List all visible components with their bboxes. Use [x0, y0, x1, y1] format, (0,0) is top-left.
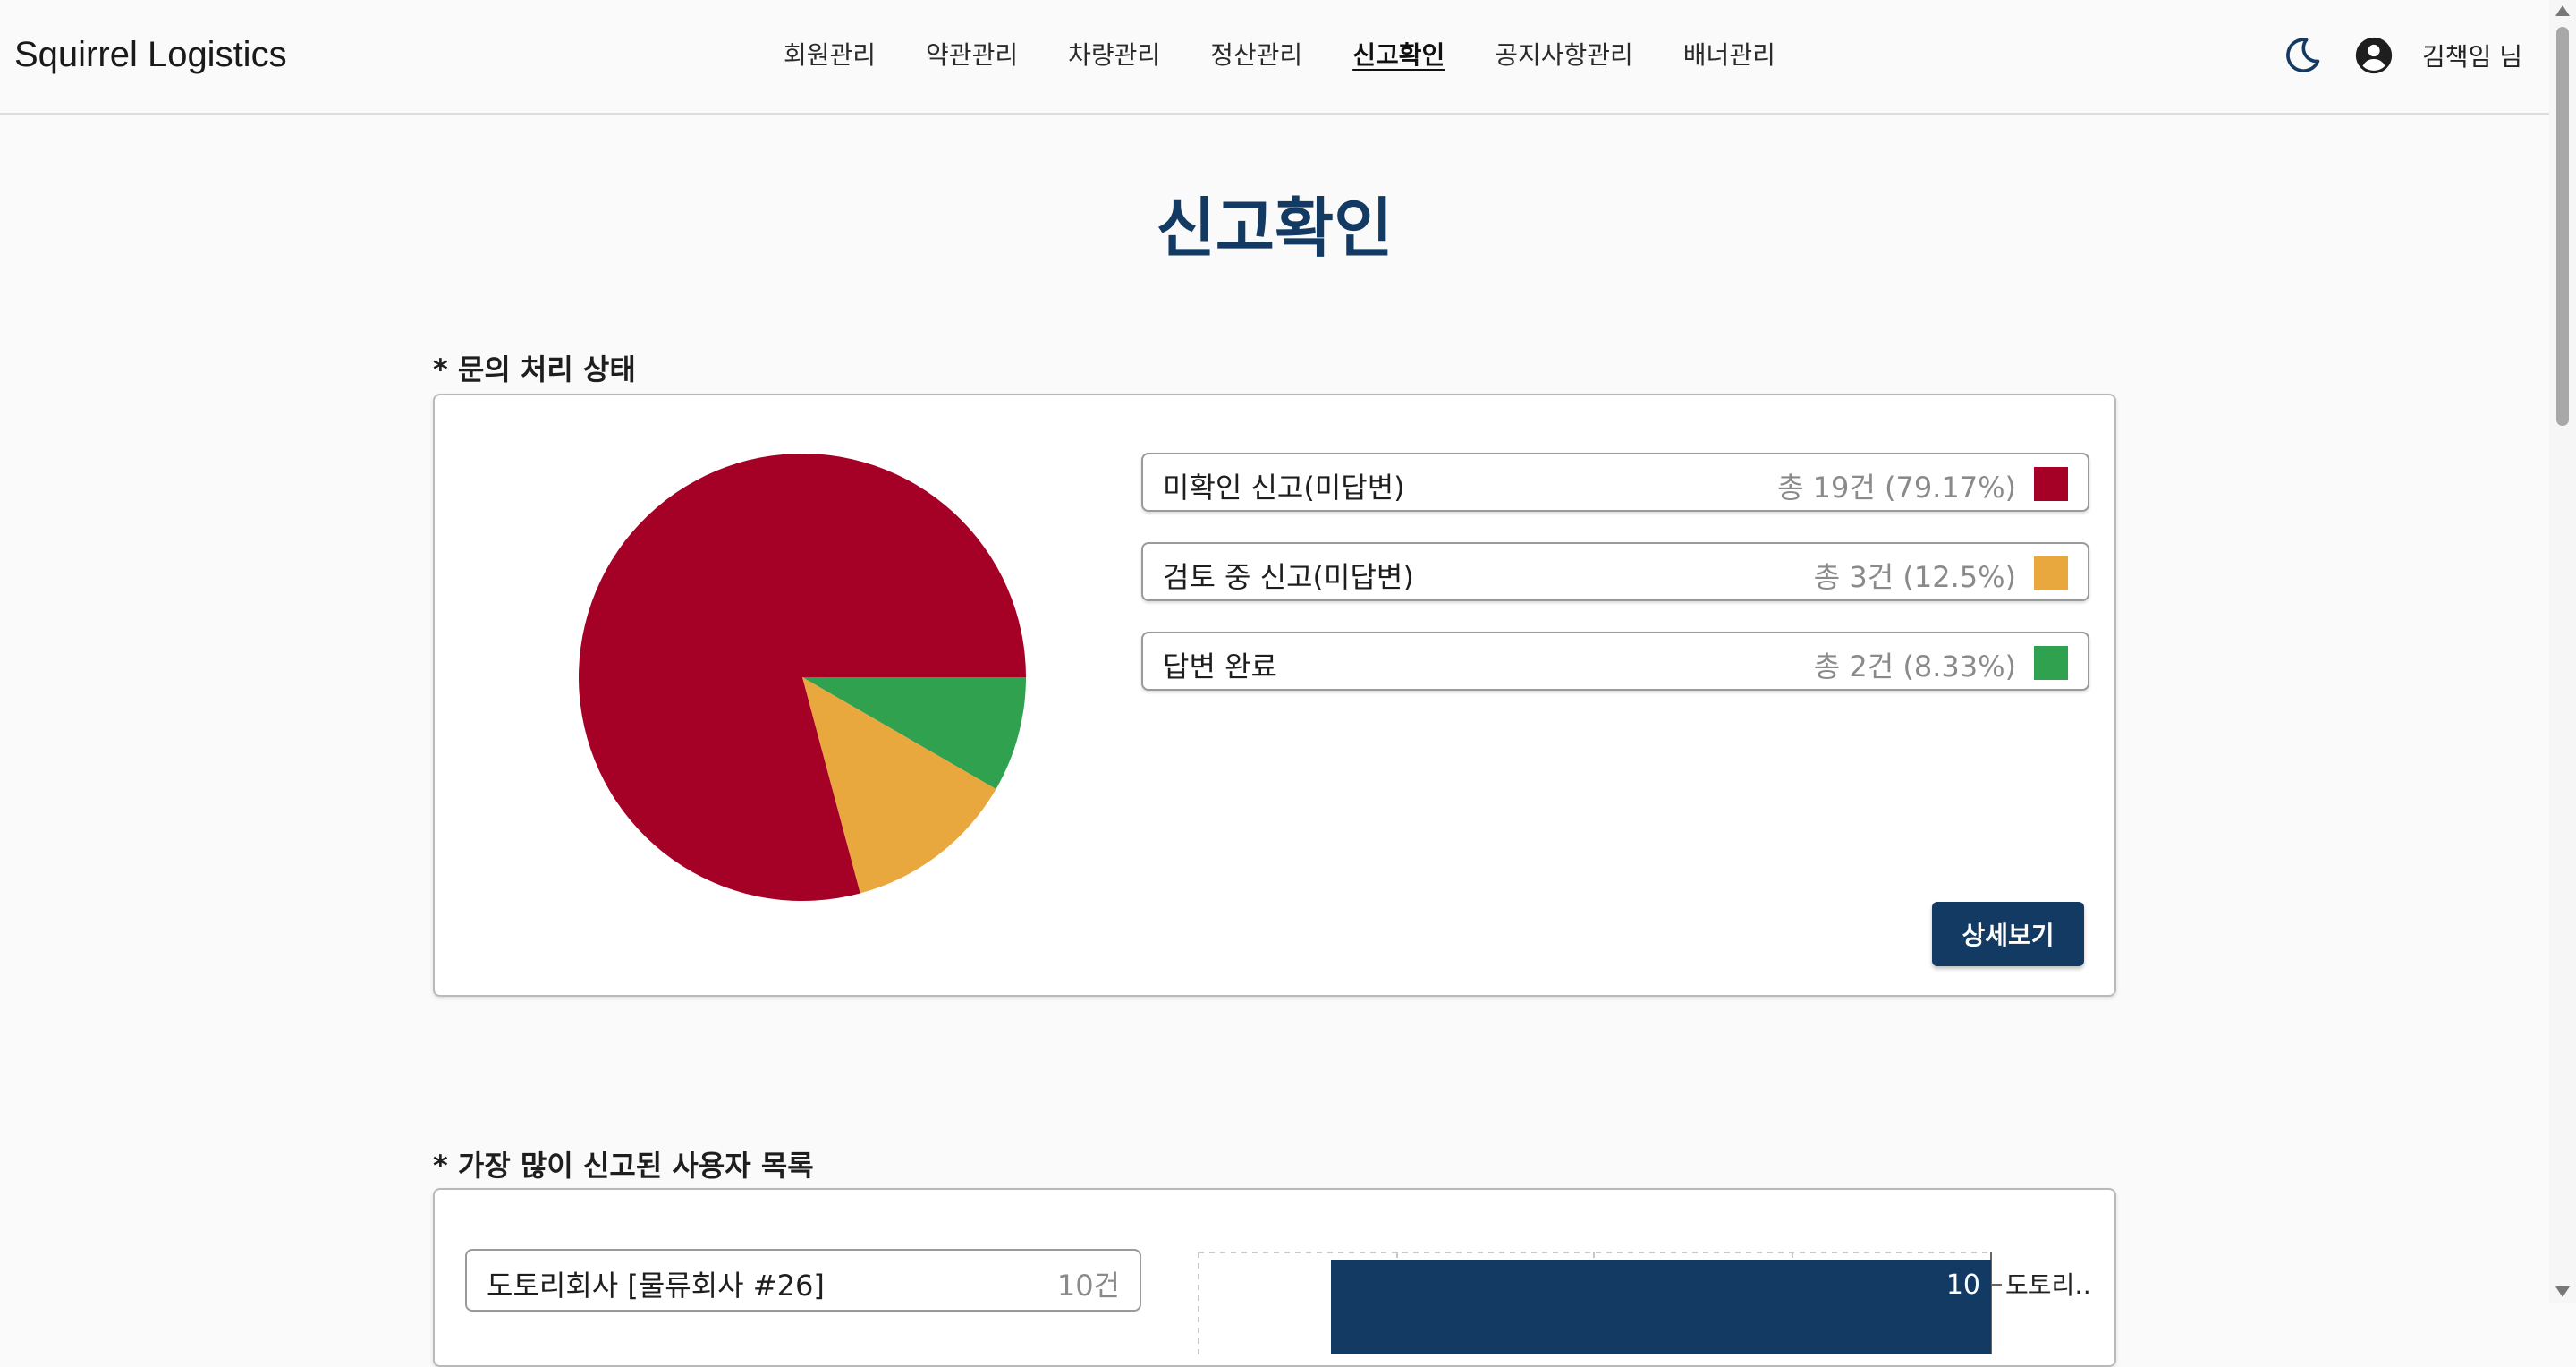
scroll-down-arrow-icon[interactable] — [2555, 1286, 2570, 1297]
page-title: 신고확인 — [1156, 191, 1394, 266]
legend-item-reviewing[interactable]: 검토 중 신고(미답변) 총 3건 (12.5%) — [1141, 542, 2089, 601]
reported-user-name: 도토리회사 [물류회사 #26] — [487, 1269, 825, 1303]
reported-users-bar-chart: 10 도토리… — [1197, 1247, 2099, 1367]
legend-count: 총 2건 (8.33%) — [1813, 650, 2016, 684]
nav-item-reports[interactable]: 신고확인 — [1352, 34, 1445, 77]
brand-logo-text[interactable]: Squirrel Logistics — [14, 32, 287, 77]
nav-item-banners[interactable]: 배너관리 — [1683, 34, 1775, 77]
status-legend: 미확인 신고(미답변) 총 19건 (79.17%) 검토 중 신고(미답변) … — [1141, 453, 2089, 721]
legend-item-answered[interactable]: 답변 완료 총 2건 (8.33%) — [1141, 632, 2089, 691]
nav-item-vehicles[interactable]: 차량관리 — [1068, 34, 1160, 77]
reported-user-count: 10건 — [1056, 1269, 1120, 1303]
detail-view-button[interactable]: 상세보기 — [1932, 902, 2084, 966]
legend-label: 답변 완료 — [1163, 650, 1277, 684]
reported-section-label: * 가장 많이 신고된 사용자 목록 — [433, 1149, 814, 1183]
main-nav: 회원관리 약관관리 차량관리 정산관리 신고확인 공지사항관리 배너관리 — [784, 34, 1826, 77]
scroll-up-arrow-icon[interactable] — [2555, 5, 2570, 16]
nav-item-terms[interactable]: 약관관리 — [926, 34, 1018, 77]
bar-value-label: 10 — [1946, 1269, 1980, 1301]
status-pie-chart — [576, 451, 1029, 904]
top-nav-bar: Squirrel Logistics 회원관리 약관관리 차량관리 정산관리 신… — [0, 0, 2549, 115]
bar-1[interactable] — [1331, 1260, 1991, 1367]
account-circle-icon[interactable] — [2351, 32, 2397, 79]
legend-swatch — [2034, 556, 2068, 590]
legend-count: 총 3건 (12.5%) — [1813, 560, 2016, 594]
status-section-label: * 문의 처리 상태 — [433, 352, 636, 386]
legend-item-unchecked[interactable]: 미확인 신고(미답변) 총 19건 (79.17%) — [1141, 453, 2089, 512]
user-name-label: 김책임 님 — [2422, 42, 2522, 72]
header-actions: 김책임 님 — [2254, 32, 2522, 79]
legend-label: 미확인 신고(미답변) — [1163, 471, 1405, 505]
page-scrollbar[interactable] — [2549, 0, 2576, 1303]
scroll-thumb[interactable] — [2556, 27, 2569, 426]
status-card: 미확인 신고(미답변) 총 19건 (79.17%) 검토 중 신고(미답변) … — [433, 394, 2116, 997]
legend-count: 총 19건 (79.17%) — [1777, 471, 2016, 505]
category-tick-label: 도토리… — [2005, 1270, 2091, 1300]
moon-icon[interactable] — [2279, 32, 2326, 79]
nav-item-notices[interactable]: 공지사항관리 — [1495, 34, 1633, 77]
reported-users-card: 도토리회사 [물류회사 #26] 10건 10 도토리… — [433, 1188, 2116, 1367]
nav-item-members[interactable]: 회원관리 — [784, 34, 876, 77]
legend-label: 검토 중 신고(미답변) — [1163, 560, 1414, 594]
legend-swatch — [2034, 646, 2068, 680]
legend-swatch — [2034, 467, 2068, 501]
nav-item-settlement[interactable]: 정산관리 — [1210, 34, 1302, 77]
